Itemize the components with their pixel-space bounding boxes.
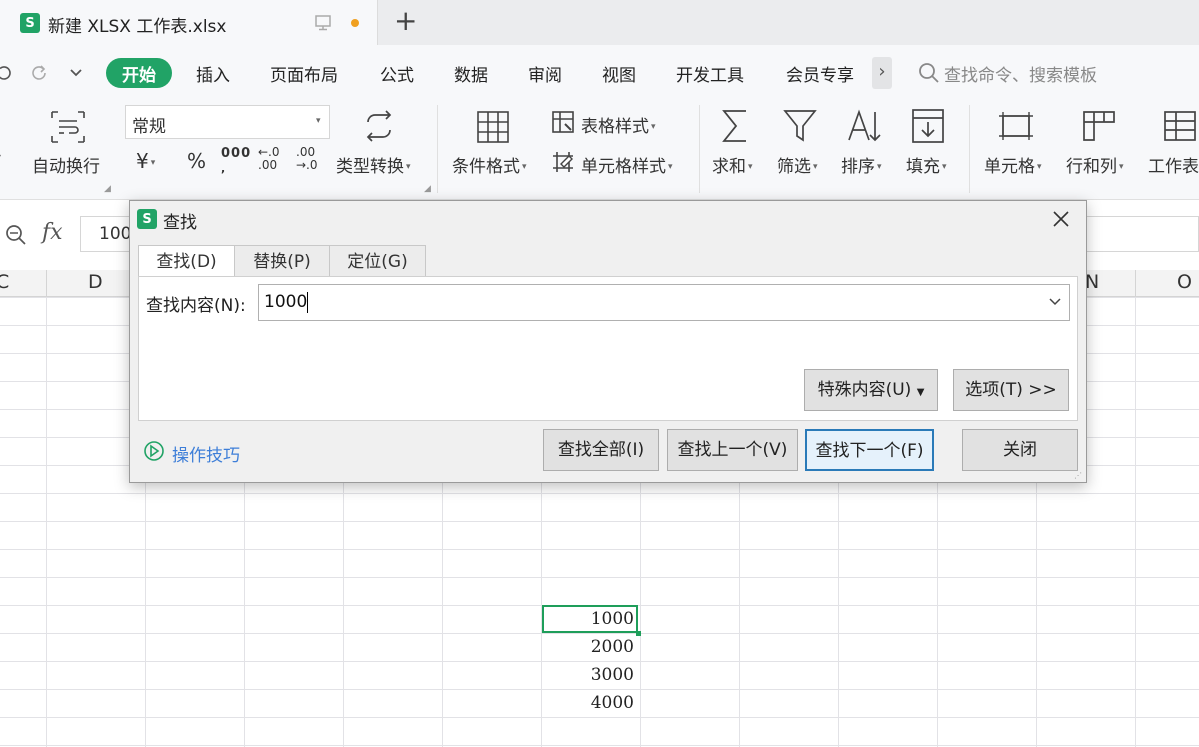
dialog-launcher-icon[interactable]: ◢ — [104, 184, 111, 194]
find-input-value: 1000 — [264, 292, 308, 312]
options-button[interactable]: 选项(T) >> — [953, 369, 1069, 411]
zoom-icon[interactable] — [5, 224, 27, 246]
type-convert-icon — [366, 110, 392, 142]
row-col-button[interactable]: 行和列 ▾ — [1066, 152, 1124, 177]
dialog-title: 查找 — [163, 213, 197, 233]
tab-home[interactable]: 开始 — [122, 61, 156, 86]
thousands-button[interactable]: 000, — [221, 146, 251, 176]
find-all-button[interactable]: 查找全部(I) — [543, 429, 659, 471]
column-header-d[interactable]: D — [88, 271, 103, 293]
worksheet-button[interactable]: 工作表 — [1148, 152, 1199, 177]
tab-formulas[interactable]: 公式 — [380, 61, 414, 86]
increase-decimal-button[interactable]: ←.0.00 — [258, 146, 280, 172]
search-icon — [919, 63, 939, 83]
column-header-n[interactable]: N — [1085, 271, 1099, 293]
find-panel: 查找内容(N): 1000 特殊内容(U) ▼ 选项(T) >> — [138, 276, 1078, 421]
column-divider — [1135, 270, 1136, 297]
sort-icon — [848, 109, 881, 142]
monitor-icon[interactable] — [314, 14, 332, 32]
cell-value[interactable]: 3000 — [542, 661, 638, 689]
tab-view[interactable]: 视图 — [602, 61, 636, 86]
sort-button[interactable]: 排序 ▾ — [841, 152, 882, 177]
sum-button[interactable]: 求和 ▾ — [712, 152, 753, 177]
menu-bar: 开始 插入 页面布局 公式 数据 审阅 视图 开发工具 会员专享 › 查找命令、… — [0, 45, 1199, 100]
close-button[interactable]: 关闭 — [962, 429, 1078, 471]
filter-button[interactable]: 筛选 ▾ — [777, 152, 818, 177]
active-cell[interactable]: 1000 — [542, 605, 638, 633]
cell-value[interactable]: 2000 — [542, 633, 638, 661]
cell-button[interactable]: 单元格 ▾ — [984, 152, 1042, 177]
ribbon-divider — [699, 105, 700, 193]
column-header-c[interactable]: C — [0, 271, 9, 293]
find-dialog: S 查找 查找(D) 替换(P) 定位(G) 查找内容(N): 1000 特殊内… — [129, 200, 1087, 483]
ribbon-caret-icon[interactable]: ▾ — [0, 152, 1, 163]
close-icon[interactable] — [1052, 210, 1070, 228]
column-header-o[interactable]: O — [1177, 271, 1192, 293]
special-content-button[interactable]: 特殊内容(U) ▼ — [804, 369, 938, 411]
chevron-down-icon[interactable] — [69, 67, 83, 79]
cell-value[interactable]: 4000 — [542, 689, 638, 717]
find-previous-button[interactable]: 查找上一个(V) — [667, 429, 798, 471]
tab-replace[interactable]: 替换(P) — [234, 245, 330, 277]
find-label: 查找内容(N): — [146, 296, 246, 316]
ribbon-divider — [437, 105, 438, 193]
wps-logo-icon: S — [20, 13, 40, 33]
more-tabs-button[interactable]: › — [872, 57, 892, 89]
document-title: 新建 XLSX 工作表.xlsx — [48, 17, 227, 37]
title-bar: S 新建 XLSX 工作表.xlsx + — [0, 0, 1199, 45]
conditional-format-icon — [477, 111, 509, 143]
sum-icon — [722, 110, 746, 142]
table-style-icon — [552, 111, 574, 133]
play-circle-icon[interactable] — [143, 440, 165, 462]
tab-data[interactable]: 数据 — [454, 61, 488, 86]
cell-style-icon — [553, 152, 573, 172]
text-caret — [307, 292, 308, 313]
new-tab-button[interactable]: + — [394, 4, 417, 37]
chevron-down-icon[interactable] — [1048, 297, 1062, 307]
type-convert-button[interactable]: 类型转换 ▾ — [336, 152, 411, 177]
ribbon: ▾ 自动换行 ◢ 常规 ▾ ¥▾ % 000, ←.0.00 .00→.0 类型… — [0, 100, 1199, 200]
tab-review[interactable]: 审阅 — [528, 61, 562, 86]
ribbon-divider — [969, 105, 970, 193]
filter-icon — [783, 110, 817, 142]
tab-find[interactable]: 查找(D) — [138, 245, 235, 278]
formula-value: 100 — [99, 224, 132, 244]
row-col-icon — [1083, 111, 1115, 141]
command-search-input[interactable]: 查找命令、搜索模板 — [944, 61, 1097, 86]
cell-style-button[interactable]: 单元格样式 ▾ — [581, 152, 673, 177]
redo-icon[interactable] — [30, 64, 50, 82]
currency-button[interactable]: ¥ ▾ — [136, 149, 155, 173]
unsaved-dot-icon — [351, 19, 359, 27]
number-format-select[interactable]: 常规 ▾ — [125, 105, 330, 139]
column-divider — [46, 270, 47, 297]
conditional-format-button[interactable]: 条件格式 ▾ — [452, 152, 527, 177]
table-style-button[interactable]: 表格样式 ▾ — [581, 112, 656, 137]
cell-icon — [999, 112, 1033, 140]
wrap-text-icon — [51, 111, 85, 143]
resize-grip-icon[interactable]: ⋰ — [1074, 471, 1082, 480]
fill-icon — [912, 109, 944, 143]
dialog-launcher-icon[interactable]: ◢ — [424, 184, 431, 194]
number-format-value: 常规 — [132, 117, 166, 137]
fill-button[interactable]: 填充 ▾ — [906, 152, 947, 177]
tab-member[interactable]: 会员专享 — [786, 61, 854, 86]
undo-icon[interactable] — [0, 64, 12, 82]
find-input[interactable]: 1000 — [258, 284, 1070, 321]
worksheet-icon — [1164, 111, 1196, 141]
tab-developer[interactable]: 开发工具 — [676, 61, 744, 86]
chevron-down-icon: ▾ — [316, 116, 321, 126]
tips-link[interactable]: 操作技巧 — [172, 441, 240, 466]
decrease-decimal-button[interactable]: .00 →.0 — [296, 146, 318, 172]
tab-goto[interactable]: 定位(G) — [329, 245, 426, 277]
function-icon[interactable]: fx — [42, 220, 63, 245]
document-tab[interactable]: S 新建 XLSX 工作表.xlsx — [0, 0, 378, 45]
percent-button[interactable]: % — [187, 149, 206, 173]
tab-insert[interactable]: 插入 — [196, 61, 230, 86]
wps-logo-icon: S — [137, 209, 157, 229]
tab-page-layout[interactable]: 页面布局 — [270, 61, 338, 86]
wrap-text-button[interactable]: 自动换行 — [32, 152, 100, 177]
find-next-button[interactable]: 查找下一个(F) — [805, 429, 934, 471]
